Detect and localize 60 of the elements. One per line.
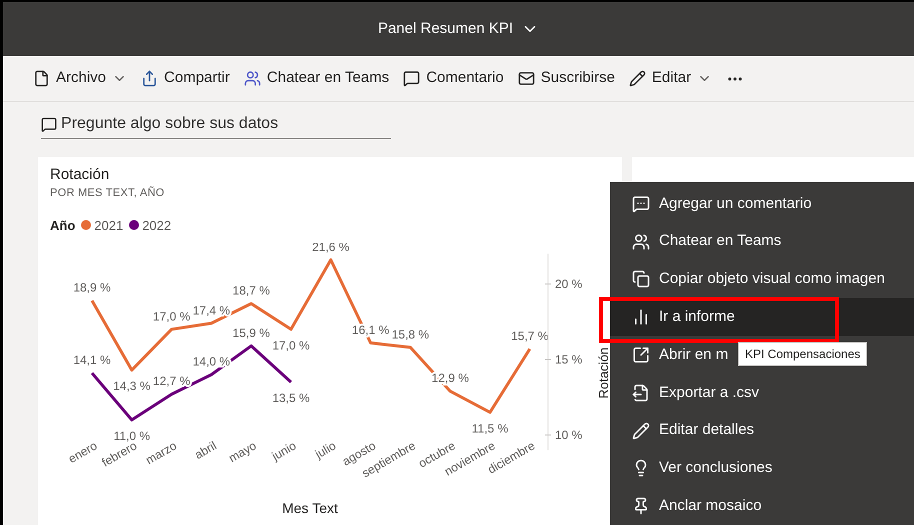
axis-category-label: mayo	[226, 438, 259, 466]
legend-label: 2021	[94, 216, 124, 234]
copy-icon	[632, 270, 650, 288]
open-external-icon	[632, 346, 650, 364]
data-label: 14,1 %	[73, 353, 111, 368]
axis-title: Mes Text	[282, 500, 338, 516]
data-label: 15,9 %	[232, 326, 270, 340]
pin-icon	[632, 497, 650, 516]
menu-item[interactable]: Ir a informe	[610, 298, 914, 336]
file-icon	[33, 70, 50, 87]
comment-icon	[632, 194, 650, 213]
comment-icon	[403, 70, 420, 87]
menu-item[interactable]: Editar detalles	[610, 412, 914, 450]
axis-category-label: julio	[312, 438, 338, 462]
data-label: 18,7 %	[232, 284, 270, 298]
data-label: 17,4 %	[192, 303, 230, 318]
legend-title: Año	[50, 216, 76, 234]
comment-icon	[41, 116, 58, 132]
menu-item[interactable]: Copiar objeto visual como imagen	[610, 260, 914, 298]
data-label: 17,0 %	[152, 309, 190, 324]
pencil-icon	[632, 422, 650, 440]
export-file-icon	[632, 384, 650, 402]
data-label: 14,3 %	[113, 379, 150, 394]
people-icon	[244, 70, 261, 87]
menu-item[interactable]: Anclar mosaico	[610, 487, 914, 525]
toolbar-button[interactable]: Archivo	[33, 67, 128, 90]
bar-chart-icon	[632, 308, 650, 326]
tooltip: KPI Compensaciones	[738, 342, 868, 366]
toolbar-button[interactable]: Suscribirse	[518, 67, 615, 90]
menu-item[interactable]: Ver conclusiones	[610, 450, 914, 488]
toolbar-button[interactable]: Compartir	[141, 67, 230, 90]
data-label: 13,5 %	[272, 391, 310, 406]
legend-label: 2022	[142, 216, 172, 234]
axis-category-label: junio	[270, 438, 298, 464]
toolbar-button[interactable]: Editar	[628, 67, 712, 90]
axis-category-label: enero	[66, 438, 100, 466]
data-label: 11,5 %	[472, 421, 508, 436]
axis-tick-label: 10 %	[555, 428, 582, 442]
data-label: 12,7 %	[152, 374, 190, 388]
menu-item[interactable]: Chatear en Teams	[610, 222, 914, 261]
data-label: 11,0 %	[114, 428, 150, 443]
qna-field[interactable]: Pregunte algo sobre sus datos	[41, 112, 391, 139]
menu-item[interactable]: Agregar un comentario	[610, 185, 914, 223]
data-label: 17,0 %	[272, 338, 310, 352]
menu-item[interactable]: Exportar a .csv	[610, 374, 914, 412]
axis-title: Rotación	[596, 347, 611, 399]
axis-tick-label: 20 %	[555, 277, 582, 291]
people-icon	[632, 232, 650, 251]
data-label: 18,9 %	[73, 280, 111, 295]
pencil-icon	[628, 70, 646, 87]
share-icon	[141, 70, 158, 87]
visual-title: Rotación	[50, 165, 110, 185]
toolbar-button[interactable]: Chatear en Teams	[244, 67, 390, 90]
report-title[interactable]: Panel Resumen KPI	[378, 18, 514, 40]
toolbar-button[interactable]: Comentario	[403, 67, 504, 90]
axis-category-label: abril	[192, 438, 219, 462]
axis-tick-label: 15 %	[555, 352, 582, 366]
data-label: 15,8 %	[392, 327, 430, 342]
visual-subtitle: POR MES TEXT, AÑO	[50, 185, 166, 201]
mail-icon	[518, 70, 535, 87]
